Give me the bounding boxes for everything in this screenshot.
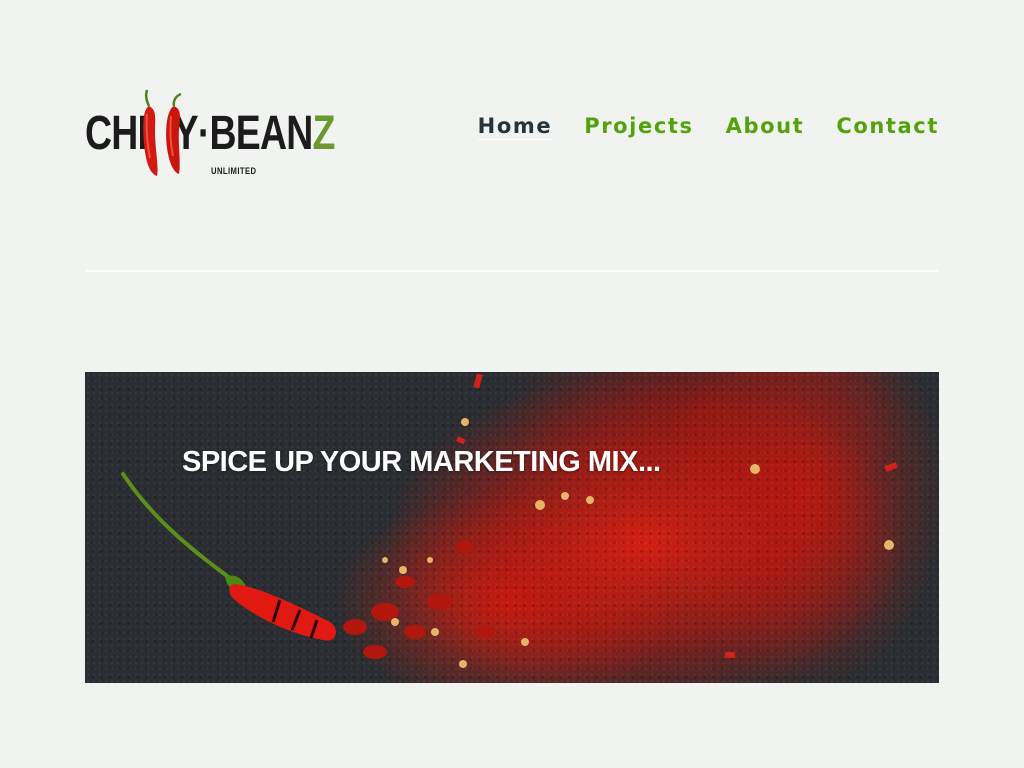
hero-title: SPICE UP YOUR MARKETING MIX... — [182, 446, 661, 478]
nav-home[interactable]: Home — [477, 114, 553, 140]
page: CHI Y·BEANZ UNLIMITED Home Projects About… — [0, 0, 1024, 768]
nav-projects[interactable]: Projects — [584, 114, 693, 140]
chili-pepper-icon — [143, 89, 182, 176]
header-divider — [85, 270, 939, 272]
logo-wordmark: CHI Y·BEANZ — [85, 107, 335, 160]
main-nav: Home Projects About Contact — [477, 114, 939, 140]
nav-contact[interactable]: Contact — [836, 114, 939, 140]
brand-logo[interactable]: CHI Y·BEANZ UNLIMITED — [85, 88, 335, 180]
logo-tagline: UNLIMITED — [211, 166, 257, 176]
hero-banner: SPICE UP YOUR MARKETING MIX... — [85, 372, 939, 683]
chili-flakes-illustration — [121, 373, 898, 668]
nav-about[interactable]: About — [726, 114, 805, 140]
